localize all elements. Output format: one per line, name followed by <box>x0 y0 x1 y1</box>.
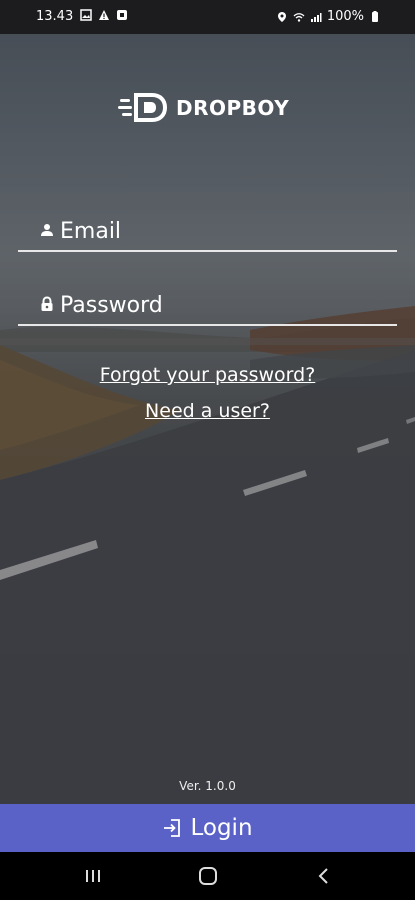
warning-icon <box>99 10 109 20</box>
location-icon <box>277 11 286 22</box>
login-button[interactable]: Login <box>0 804 415 852</box>
login-label: Login <box>190 815 253 841</box>
login-screen: 13.43 100% DROPBOY Email Forgot your pas… <box>0 0 415 900</box>
brand-logo: DROPBOY <box>118 92 289 124</box>
app-icon <box>117 10 127 20</box>
lock-icon <box>36 292 58 324</box>
password-field-container <box>18 284 397 326</box>
recent-apps-icon[interactable] <box>73 864 113 888</box>
back-icon[interactable] <box>304 864 344 888</box>
status-bar: 13.43 100% <box>0 0 415 34</box>
dropboy-logo-icon <box>118 93 168 122</box>
battery-percent: 100% <box>326 9 364 24</box>
login-icon <box>164 819 181 837</box>
brand-name: DROPBOY <box>176 96 290 120</box>
person-icon <box>36 218 58 250</box>
forgot-password-link[interactable]: Forgot your password? <box>0 364 415 386</box>
battery-icon <box>372 10 378 22</box>
status-time: 13.43 <box>36 9 74 24</box>
image-icon <box>80 9 92 21</box>
background-photo <box>0 0 415 852</box>
email-input[interactable] <box>60 219 380 250</box>
need-user-link[interactable]: Need a user? <box>0 400 415 422</box>
signal-icon <box>310 12 322 22</box>
system-nav-bar <box>0 852 415 900</box>
wifi-icon <box>293 12 305 22</box>
home-icon[interactable] <box>188 864 228 888</box>
password-input[interactable] <box>60 293 380 324</box>
email-field-container <box>18 210 397 252</box>
app-version: Ver. 1.0.0 <box>179 779 236 793</box>
